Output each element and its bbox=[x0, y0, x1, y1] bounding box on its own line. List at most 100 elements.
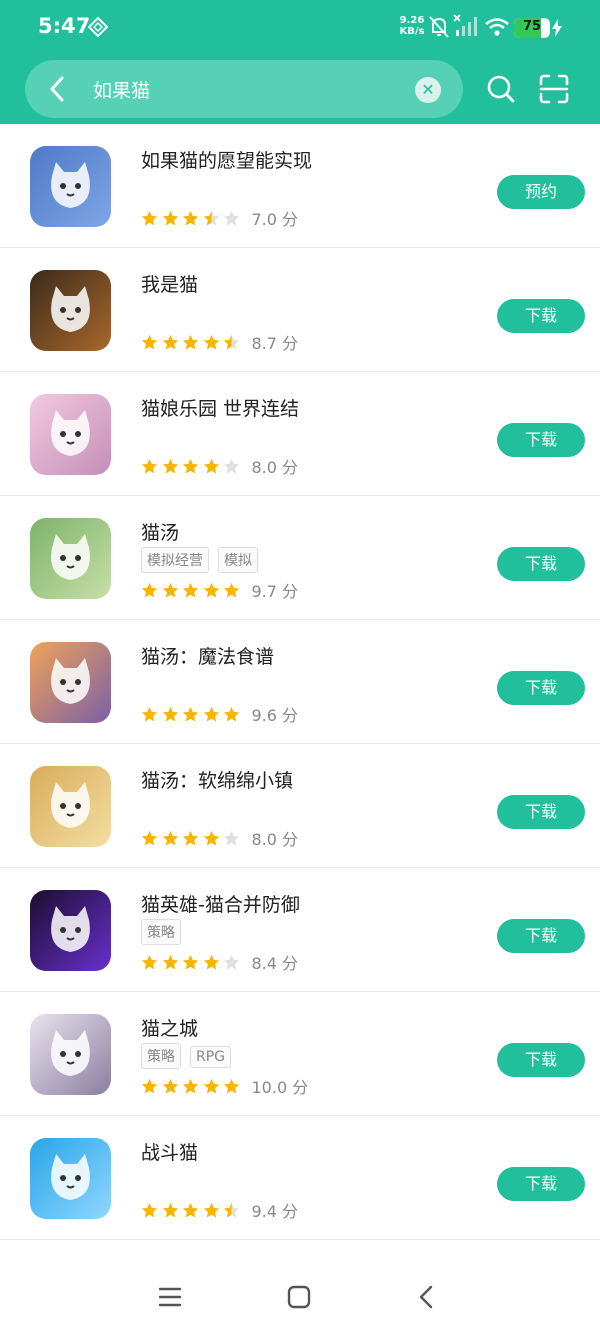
list-item[interactable]: 猫汤：魔法食谱 9.6 分 下载 bbox=[0, 620, 600, 744]
download-button[interactable]: 下载 bbox=[497, 919, 585, 953]
download-button[interactable]: 下载 bbox=[497, 671, 585, 705]
star-icon bbox=[182, 210, 199, 225]
status-time: 5:47 bbox=[38, 14, 91, 38]
download-button[interactable]: 下载 bbox=[497, 299, 585, 333]
list-item[interactable]: 猫汤：软绵绵小镇 8.0 分 下载 bbox=[0, 744, 600, 868]
battery-indicator: 75 bbox=[514, 18, 550, 38]
list-item[interactable]: 战斗猫 9.4 分 下载 bbox=[0, 1116, 600, 1240]
search-input[interactable]: 如果猫 bbox=[93, 76, 150, 103]
download-button[interactable]: 下载 bbox=[497, 795, 585, 829]
mute-bell-icon bbox=[429, 16, 449, 38]
top-header: 5:47 9.26 KB/s 75 如果猫 ✕ bbox=[0, 0, 600, 124]
orange-cat-app-icon[interactable] bbox=[30, 270, 111, 351]
network-speed: 9.26 KB/s bbox=[398, 15, 426, 37]
star-icon bbox=[223, 582, 240, 597]
download-button[interactable]: 下载 bbox=[497, 1167, 585, 1201]
star-icon bbox=[141, 706, 158, 721]
tag-group: 策略 RPG bbox=[141, 1043, 240, 1069]
list-item[interactable]: 我是猫 8.7 分 下载 bbox=[0, 248, 600, 372]
star-icon bbox=[223, 706, 240, 721]
rating-score: 7.0 分 bbox=[251, 210, 299, 229]
list-item[interactable]: 猫英雄-猫合并防御 策略 8.4 分 下载 bbox=[0, 868, 600, 992]
app-title[interactable]: 猫娘乐园 世界连结 bbox=[141, 394, 299, 421]
white-cat-app-icon[interactable] bbox=[30, 146, 111, 227]
star-icon bbox=[141, 582, 158, 597]
app-icon-artwork bbox=[51, 534, 90, 580]
star-icon bbox=[182, 706, 199, 721]
app-title[interactable]: 猫汤：魔法食谱 bbox=[141, 642, 274, 669]
app-title[interactable]: 猫英雄-猫合并防御 bbox=[141, 890, 300, 917]
star-icon bbox=[223, 458, 240, 473]
app-title[interactable]: 如果猫的愿望能实现 bbox=[141, 146, 312, 173]
star-icon bbox=[182, 334, 199, 349]
star-icon bbox=[182, 830, 199, 845]
farmer-cat-app-icon[interactable] bbox=[30, 766, 111, 847]
witch-cat-app-icon[interactable] bbox=[30, 642, 111, 723]
anime-character-app-icon[interactable] bbox=[30, 1014, 111, 1095]
star-icon bbox=[223, 334, 240, 349]
vpn-icon bbox=[88, 17, 108, 37]
star-rating: 9.6 分 bbox=[141, 702, 298, 726]
tag-group: 策略 bbox=[141, 919, 190, 945]
star-icon bbox=[141, 334, 158, 349]
app-icon-artwork bbox=[51, 162, 90, 208]
wifi-icon bbox=[485, 18, 509, 36]
rating-score: 8.4 分 bbox=[251, 954, 299, 973]
star-rating: 7.0 分 bbox=[141, 206, 298, 230]
system-navigation-bar bbox=[0, 1268, 600, 1333]
list-item[interactable]: 猫汤 模拟经营 模拟 9.7 分 下载 bbox=[0, 496, 600, 620]
category-tag: 模拟经营 bbox=[141, 547, 209, 573]
star-icon bbox=[141, 1078, 158, 1093]
star-icon bbox=[223, 1202, 240, 1217]
category-tag: 策略 bbox=[141, 1043, 181, 1069]
star-icon bbox=[223, 1078, 240, 1093]
cell-signal-icon bbox=[453, 14, 477, 36]
battle-cat-app-icon[interactable] bbox=[30, 1138, 111, 1219]
rating-score: 8.0 分 bbox=[251, 830, 299, 849]
list-item[interactable]: 猫之城 策略 RPG 10.0 分 下载 bbox=[0, 992, 600, 1116]
category-tag: RPG bbox=[190, 1046, 232, 1068]
star-icon bbox=[223, 210, 240, 225]
tag-group: 模拟经营 模拟 bbox=[141, 547, 267, 573]
star-icon bbox=[162, 582, 178, 597]
menu-icon[interactable] bbox=[155, 1282, 185, 1312]
download-button[interactable]: 下载 bbox=[497, 423, 585, 457]
reserve-button[interactable]: 预约 bbox=[497, 175, 585, 209]
frog-cat-app-icon[interactable] bbox=[30, 518, 111, 599]
app-icon-artwork bbox=[51, 286, 90, 332]
back-arrow-icon[interactable] bbox=[44, 74, 72, 104]
app-icon-artwork bbox=[51, 782, 90, 828]
back-icon[interactable] bbox=[412, 1282, 442, 1312]
star-rating: 8.7 分 bbox=[141, 330, 298, 354]
neon-cat-app-icon[interactable] bbox=[30, 890, 111, 971]
search-result-list: 如果猫的愿望能实现 7.0 分预约 我是猫 8.7 分下载 猫娘乐园 世界连结 8.0 分… bbox=[0, 124, 600, 1240]
star-icon bbox=[203, 830, 219, 845]
app-title[interactable]: 猫汤 bbox=[141, 518, 179, 545]
catgirl-app-icon[interactable] bbox=[30, 394, 111, 475]
star-icon bbox=[203, 954, 219, 969]
star-icon bbox=[141, 954, 158, 969]
star-rating: 9.7 分 bbox=[141, 578, 298, 602]
list-item[interactable]: 如果猫的愿望能实现 7.0 分 预约 bbox=[0, 124, 600, 248]
search-box[interactable] bbox=[25, 60, 463, 118]
rating-score: 9.4 分 bbox=[251, 1202, 299, 1221]
star-icon bbox=[141, 1202, 158, 1217]
star-icon bbox=[141, 210, 158, 225]
app-title[interactable]: 猫汤：软绵绵小镇 bbox=[141, 766, 293, 793]
home-icon[interactable] bbox=[284, 1282, 314, 1312]
scan-icon[interactable] bbox=[538, 73, 570, 105]
search-icon[interactable] bbox=[485, 73, 517, 105]
app-title[interactable]: 我是猫 bbox=[141, 270, 198, 297]
app-title[interactable]: 猫之城 bbox=[141, 1014, 198, 1041]
star-icon bbox=[162, 1078, 178, 1093]
download-button[interactable]: 下载 bbox=[497, 1043, 585, 1077]
list-item[interactable]: 猫娘乐园 世界连结 8.0 分 下载 bbox=[0, 372, 600, 496]
star-rating: 10.0 分 bbox=[141, 1074, 308, 1098]
app-icon-artwork bbox=[51, 1030, 90, 1076]
app-title[interactable]: 战斗猫 bbox=[141, 1138, 198, 1165]
star-icon bbox=[162, 706, 178, 721]
clear-search-icon[interactable]: ✕ bbox=[415, 77, 441, 103]
star-icon bbox=[203, 1202, 219, 1217]
app-icon-artwork bbox=[51, 1154, 90, 1200]
download-button[interactable]: 下载 bbox=[497, 547, 585, 581]
